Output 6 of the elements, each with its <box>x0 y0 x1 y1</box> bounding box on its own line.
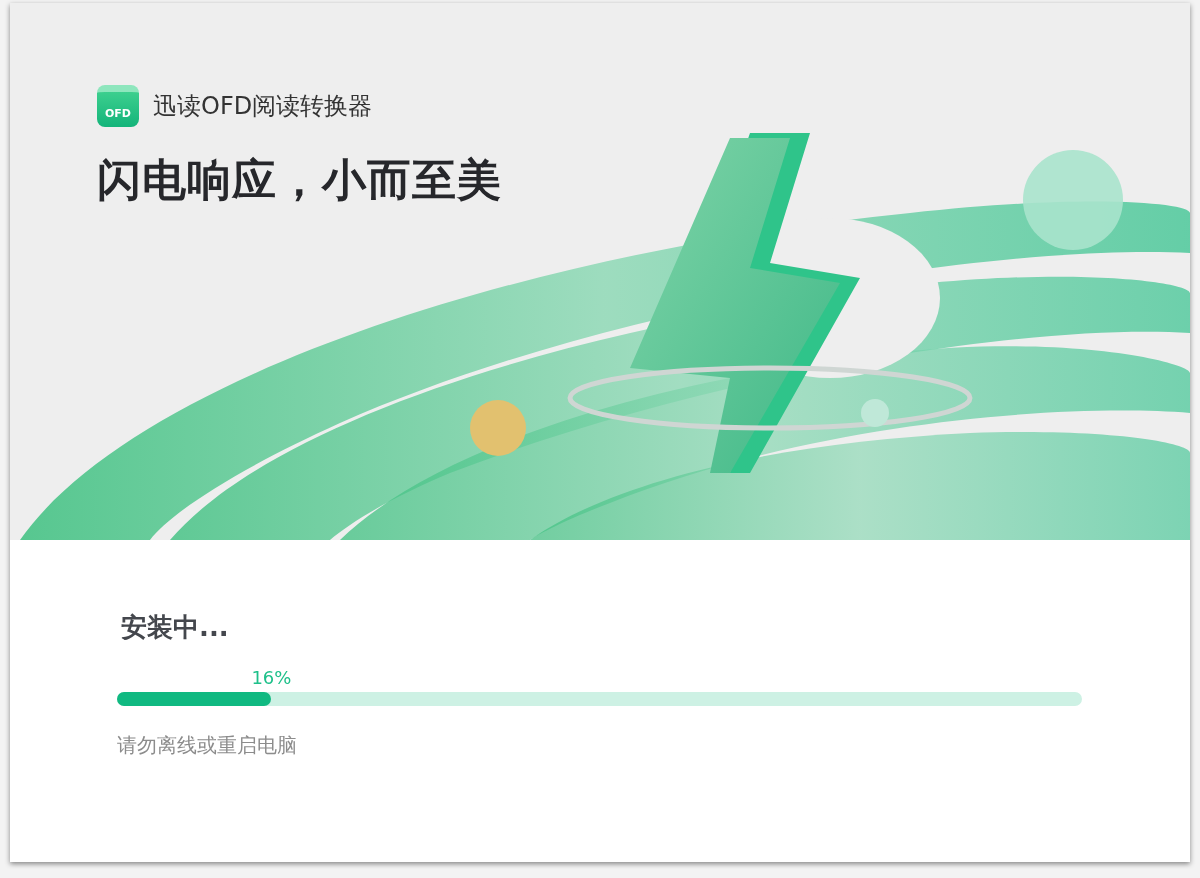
app-logo: OFD <box>97 85 139 127</box>
headline: 闪电响应，小而至美 <box>97 153 503 207</box>
app-name: 迅读OFD阅读转换器 <box>153 91 373 122</box>
progress-percent: 16% <box>251 667 292 688</box>
install-hint: 请勿离线或重启电脑 <box>117 732 298 759</box>
install-status: 安装中... <box>121 611 230 644</box>
